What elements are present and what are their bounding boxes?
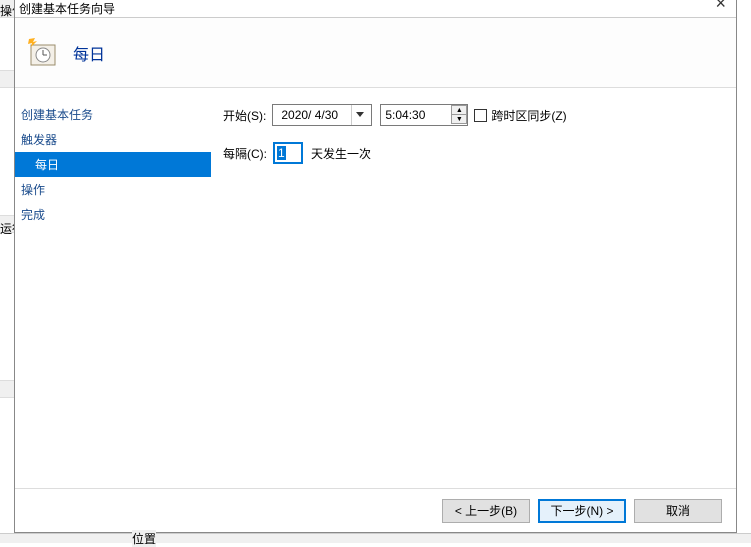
wizard-content: 开始(S): 2020/ 4/30 5:04:30 ▲ ▼ 跨时区 [211,88,736,488]
wizard-header: 每日 [15,18,736,88]
date-value: 2020/ 4/30 [277,108,342,122]
titlebar: 创建基本任务向导 × [15,0,736,18]
sidebar-item-trigger[interactable]: 触发器 [15,127,211,152]
sidebar-item-action[interactable]: 操作 [15,177,211,202]
sidebar-item-finish[interactable]: 完成 [15,202,211,227]
wizard-footer: < 上一步(B) 下一步(N) > 取消 [15,488,736,532]
date-dropdown-button[interactable] [351,105,367,125]
close-button[interactable]: × [711,0,730,14]
interval-label: 每隔(C): [223,145,267,162]
start-time-field[interactable]: 5:04:30 ▲ ▼ [380,104,468,126]
interval-value: 1 [277,146,286,160]
calendar-spark-icon [27,37,59,69]
bg-pos-label: 位置 [132,530,156,547]
interval-input[interactable]: 1 [273,142,303,164]
start-date-field[interactable]: 2020/ 4/30 [272,104,372,126]
cancel-button[interactable]: 取消 [634,499,722,523]
interval-suffix: 天发生一次 [311,145,371,162]
chevron-down-icon [356,112,364,118]
time-spin-down[interactable]: ▼ [451,114,467,124]
dialog-title: 创建基本任务向导 [19,0,115,17]
sidebar-item-create-task[interactable]: 创建基本任务 [15,102,211,127]
tz-sync-checkbox[interactable]: 跨时区同步(Z) [474,107,566,124]
time-spinner: ▲ ▼ [451,106,467,124]
checkbox-icon [474,109,487,122]
start-label: 开始(S): [223,107,266,124]
time-value: 5:04:30 [381,108,429,122]
page-title: 每日 [73,41,105,65]
next-button[interactable]: 下一步(N) > [538,499,626,523]
wizard-dialog: 创建基本任务向导 × 每日 创建基本任务 触发器 每日 操作 完成 开始(S): [14,0,737,533]
wizard-sidebar: 创建基本任务 触发器 每日 操作 完成 [15,88,211,488]
back-button[interactable]: < 上一步(B) [442,499,530,523]
sidebar-item-daily[interactable]: 每日 [15,152,211,177]
tz-sync-label: 跨时区同步(Z) [491,107,566,124]
bg-bottom-strip: 位置 [0,533,751,543]
